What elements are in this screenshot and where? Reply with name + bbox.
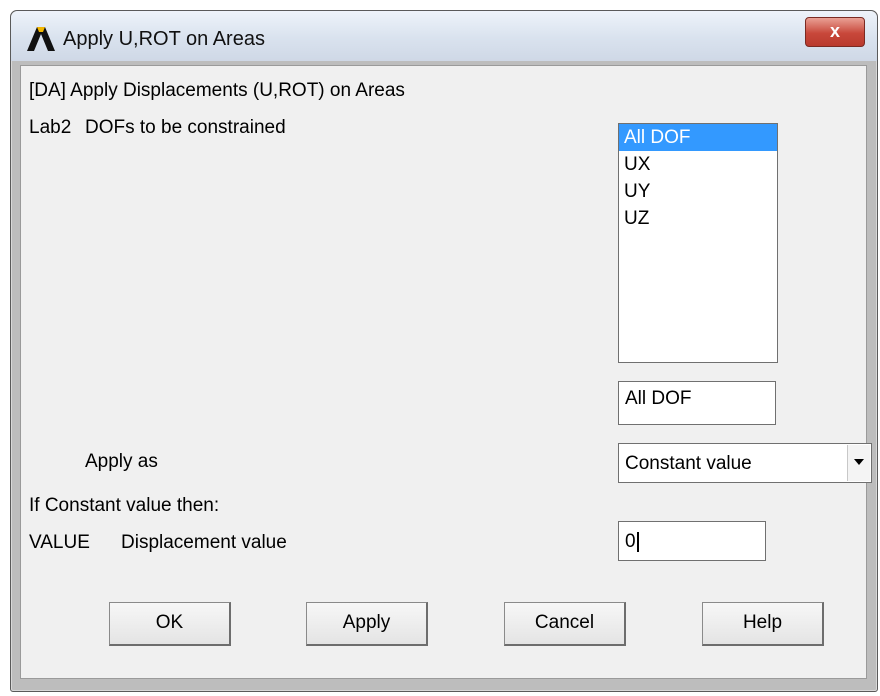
dof-list-item[interactable]: UZ	[619, 205, 777, 232]
lab2-key: Lab2	[29, 117, 72, 138]
ansys-logo-icon	[27, 27, 55, 51]
if-constant-label: If Constant value then:	[29, 495, 220, 516]
value-key: VALUE	[29, 532, 90, 553]
apply-as-dropdown[interactable]: Constant value	[618, 443, 872, 483]
chevron-down-icon	[854, 459, 864, 465]
value-description: Displacement value	[121, 532, 287, 553]
dropdown-arrow-button[interactable]	[847, 445, 870, 481]
dialog-header: [DA] Apply Displacements (U,ROT) on Area…	[29, 80, 405, 101]
displacement-value-input[interactable]: 0	[618, 521, 766, 561]
ok-button[interactable]: OK	[109, 602, 231, 646]
dof-listbox[interactable]: All DOF UX UY UZ	[618, 123, 778, 363]
help-button[interactable]: Help	[702, 602, 824, 646]
displacement-value-text: 0	[625, 531, 636, 552]
apply-as-label: Apply as	[85, 451, 158, 472]
window-title: Apply U,ROT on Areas	[63, 28, 265, 50]
text-caret	[636, 531, 639, 552]
cancel-button[interactable]: Cancel	[504, 602, 626, 646]
apply-button[interactable]: Apply	[306, 602, 428, 646]
dof-selection-value: All DOF	[625, 388, 692, 409]
dof-list-item[interactable]: All DOF	[619, 124, 777, 151]
dof-list-item[interactable]: UY	[619, 178, 777, 205]
dof-selection-field[interactable]: All DOF	[618, 381, 776, 425]
close-button[interactable]: x	[805, 17, 865, 47]
dialog-window: Apply U,ROT on Areas x [DA] Apply Displa…	[10, 10, 878, 692]
title-bar[interactable]: Apply U,ROT on Areas x	[11, 11, 877, 61]
dof-list-item[interactable]: UX	[619, 151, 777, 178]
close-icon: x	[829, 21, 840, 41]
apply-as-value: Constant value	[625, 453, 752, 474]
lab2-description: DOFs to be constrained	[85, 117, 286, 138]
dialog-body: [DA] Apply Displacements (U,ROT) on Area…	[20, 65, 872, 679]
